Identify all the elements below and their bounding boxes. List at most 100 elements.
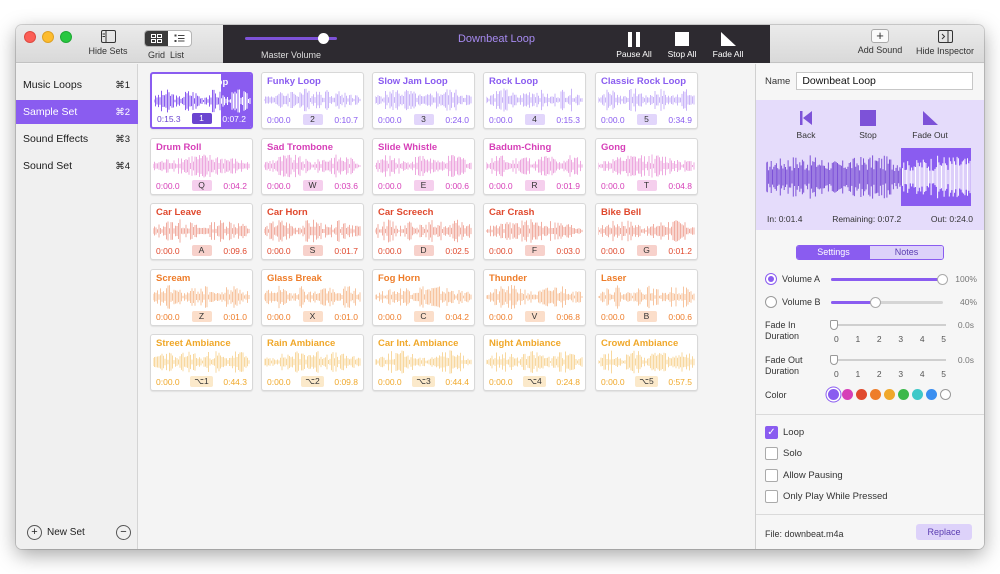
sound-tile[interactable]: Crowd Ambiance 0:00.0 ⌥5 0:57.5: [595, 334, 698, 391]
loop-checkbox[interactable]: ✓: [765, 426, 778, 439]
color-swatch[interactable]: [884, 389, 895, 400]
loop-option[interactable]: ✓ Loop: [765, 426, 804, 439]
sound-tile[interactable]: Classic Rock Loop 0:00.0 5 0:34.9: [595, 72, 698, 129]
solo-checkbox[interactable]: [765, 447, 778, 460]
volume-b-knob[interactable]: [869, 297, 881, 308]
out-time: Out: 0:24.0: [930, 214, 973, 224]
start-time: 0:00.0: [601, 114, 625, 125]
sound-name: Glass Break: [267, 273, 322, 284]
color-swatch[interactable]: [898, 389, 909, 400]
sidebar-item-sound-effects[interactable]: Sound Effects ⌘3: [16, 127, 138, 151]
sound-tile[interactable]: Car Horn 0:00.0 S 0:01.7: [261, 203, 364, 260]
sound-tile[interactable]: Car Leave 0:00.0 A 0:09.6: [150, 203, 253, 260]
solo-option[interactable]: Solo: [765, 447, 802, 460]
color-label: Color: [765, 390, 787, 400]
sound-tile[interactable]: Badum-Ching 0:00.0 R 0:01.9: [483, 138, 586, 195]
pause-all-button[interactable]: Pause All: [611, 31, 657, 59]
fade-in-slider[interactable]: [830, 320, 946, 330]
add-sound-button[interactable]: + Add Sound: [854, 29, 906, 55]
volume-b-radio[interactable]: [765, 296, 777, 308]
volume-a-radio[interactable]: [765, 273, 777, 285]
color-swatch[interactable]: [912, 389, 923, 400]
fade-out-button[interactable]: Fade Out: [905, 109, 955, 140]
sound-tile[interactable]: Car Int. Ambiance 0:00.0 ⌥3 0:44.4: [372, 334, 475, 391]
sound-tile[interactable]: Funky Loop 0:00.0 2 0:10.7: [261, 72, 364, 129]
sound-tile[interactable]: Car Crash 0:00.0 F 0:03.0: [483, 203, 586, 260]
list-view-button[interactable]: [168, 31, 191, 46]
sidebar-item-sound-set[interactable]: Sound Set ⌘4: [16, 154, 138, 178]
grid-view-button[interactable]: [145, 31, 168, 46]
hotkey-badge: R: [524, 180, 545, 191]
close-window-button[interactable]: [24, 31, 36, 43]
sound-tile[interactable]: Laser 0:00.0 B 0:00.6: [595, 269, 698, 326]
sound-tile[interactable]: Street Ambiance 0:00.0 ⌥1 0:44.3: [150, 334, 253, 391]
tile-footer: 0:15.3 1 0:07.2: [157, 113, 246, 124]
view-switch: [144, 30, 192, 47]
waveform[interactable]: [766, 148, 971, 206]
volume-a-slider[interactable]: [831, 274, 948, 285]
sound-tile[interactable]: Car Screech 0:00.0 D 0:02.5: [372, 203, 475, 260]
sound-tile[interactable]: Glass Break 0:00.0 X 0:01.0: [261, 269, 364, 326]
start-time: 0:00.0: [156, 245, 180, 256]
sound-tile[interactable]: Scream 0:00.0 Z 0:01.0: [150, 269, 253, 326]
only-play-while-pressed-checkbox[interactable]: [765, 490, 778, 503]
volume-b-row: Volume B 40%: [765, 296, 977, 308]
sound-tile[interactable]: Sad Trombone 0:00.0 W 0:03.6: [261, 138, 364, 195]
color-swatch[interactable]: [828, 389, 839, 400]
fade-out-knob[interactable]: [830, 355, 838, 365]
sound-name: Badum-Ching: [489, 142, 552, 153]
replace-button[interactable]: Replace: [916, 524, 972, 540]
stop-all-button[interactable]: Stop All: [661, 31, 703, 59]
sidebar-item-music-loops[interactable]: Music Loops ⌘1: [16, 73, 138, 97]
sound-tile[interactable]: Drum Roll 0:00.0 Q 0:04.2: [150, 138, 253, 195]
color-swatch[interactable]: [870, 389, 881, 400]
fade-out-slider[interactable]: [830, 355, 946, 365]
name-input[interactable]: [796, 72, 974, 90]
stop-label: Stop: [859, 130, 877, 140]
sidebar-item-sample-set[interactable]: Sample Set ⌘2: [16, 100, 138, 124]
fade-all-button[interactable]: Fade All: [707, 31, 749, 59]
back-button[interactable]: Back: [781, 109, 831, 140]
sound-name: Gong: [601, 142, 626, 153]
hide-sets-button[interactable]: Hide Sets: [86, 29, 130, 56]
sound-tile[interactable]: Thunder 0:00.0 V 0:06.8: [483, 269, 586, 326]
allow-pausing-option[interactable]: Allow Pausing: [765, 469, 843, 482]
new-set-button[interactable]: + New Set: [27, 525, 85, 540]
hide-inspector-button[interactable]: Hide Inspector: [912, 29, 978, 56]
tab-notes[interactable]: Notes: [870, 246, 943, 259]
end-time: 0:57.5: [668, 376, 692, 387]
volume-b-slider[interactable]: [831, 297, 943, 308]
sound-tile[interactable]: Rain Ambiance 0:00.0 ⌥2 0:09.8: [261, 334, 364, 391]
sound-name: Laser: [601, 273, 627, 284]
fade-in-knob[interactable]: [830, 320, 838, 330]
plus-circle-icon: +: [27, 525, 42, 540]
volume-b-label: Volume B: [782, 297, 821, 307]
volume-a-fill: [831, 278, 943, 281]
only-play-while-pressed-option[interactable]: Only Play While Pressed: [765, 490, 888, 503]
color-swatch[interactable]: [926, 389, 937, 400]
sound-tile[interactable]: Night Ambiance 0:00.0 ⌥4 0:24.8: [483, 334, 586, 391]
stop-button[interactable]: Stop: [843, 109, 893, 140]
color-swatch[interactable]: [856, 389, 867, 400]
sound-tile[interactable]: Fog Horn 0:00.0 C 0:04.2: [372, 269, 475, 326]
allow-pausing-checkbox[interactable]: [765, 469, 778, 482]
sound-tile[interactable]: Gong 0:00.0 T 0:04.8: [595, 138, 698, 195]
zoom-window-button[interactable]: [60, 31, 72, 43]
list-label: List: [170, 50, 185, 60]
end-time: 0:04.8: [668, 180, 692, 191]
hotkey-badge: 4: [524, 114, 545, 125]
tab-settings[interactable]: Settings: [797, 246, 870, 259]
sound-tile[interactable]: Slow Jam Loop 0:00.0 3 0:24.0: [372, 72, 475, 129]
sound-tile[interactable]: Rock Loop 0:00.0 4 0:15.3: [483, 72, 586, 129]
remove-set-button[interactable]: −: [116, 525, 131, 540]
waveform: [153, 219, 250, 243]
tile-footer: 0:00.0 B 0:00.6: [601, 311, 692, 322]
waveform: [264, 285, 361, 309]
sound-tile[interactable]: Slide Whistle 0:00.0 E 0:00.6: [372, 138, 475, 195]
sound-tile[interactable]: Downbeat Loop 0:15.3 1 0:07.2: [150, 72, 253, 129]
color-swatch[interactable]: [940, 389, 951, 400]
minimize-window-button[interactable]: [42, 31, 54, 43]
color-swatch[interactable]: [842, 389, 853, 400]
sound-tile[interactable]: Bike Bell 0:00.0 G 0:01.2: [595, 203, 698, 260]
volume-a-knob[interactable]: [937, 274, 948, 285]
